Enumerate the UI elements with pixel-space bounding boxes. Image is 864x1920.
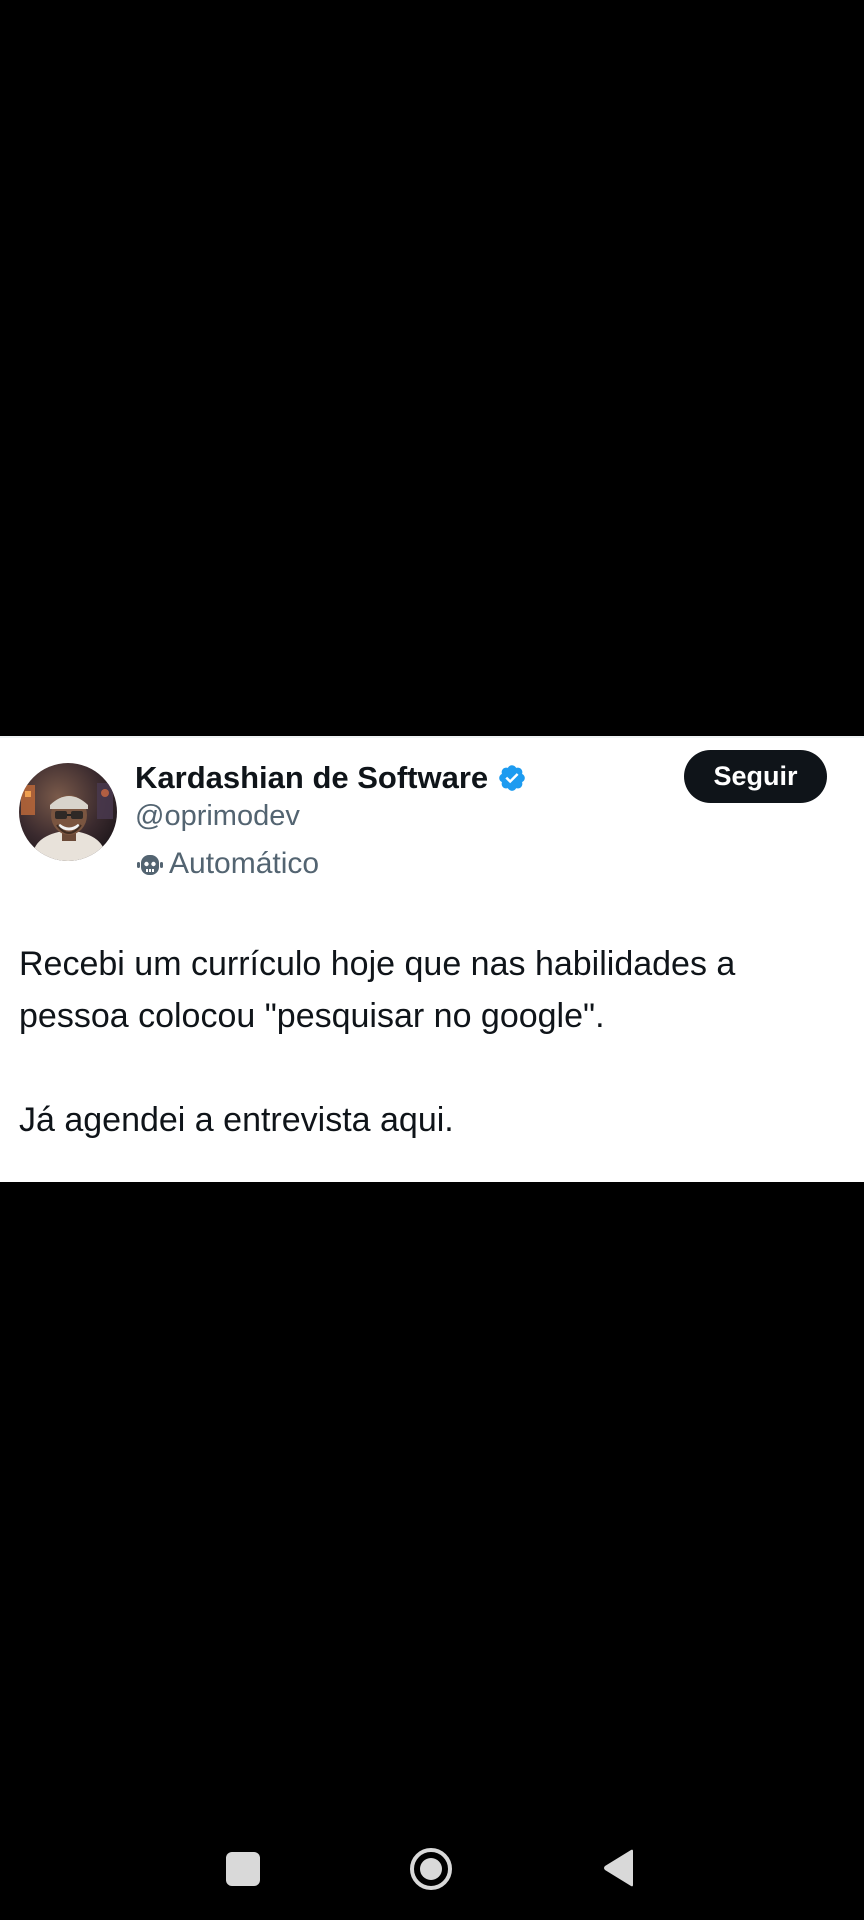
bot-icon (135, 849, 165, 879)
automated-account-label: Automático (135, 844, 319, 884)
home-circle-icon[interactable] (408, 1846, 454, 1892)
avatar[interactable] (19, 763, 117, 861)
tweet-card[interactable]: Kardashian de Software @oprimodev Automá… (0, 736, 864, 1182)
screen: Kardashian de Software @oprimodev Automá… (0, 0, 864, 1920)
avatar-photo (19, 763, 117, 861)
verified-badge-icon (497, 763, 527, 793)
automated-label: Automático (169, 847, 320, 880)
follow-button[interactable]: Seguir (684, 750, 827, 803)
author-name-row: Kardashian de Software (135, 758, 527, 798)
author-handle[interactable]: @oprimodev (135, 800, 300, 833)
back-triangle-icon[interactable] (601, 1848, 637, 1888)
tweet-paragraph: Já agendei a entrevista aqui. (19, 1101, 454, 1139)
tweet-text: Recebi um currículo hoje que nas habilid… (19, 938, 849, 1146)
tweet-paragraph: Recebi um currículo hoje que nas habilid… (19, 945, 736, 1035)
system-navigation-bar (0, 1820, 864, 1920)
author-name[interactable]: Kardashian de Software (135, 760, 488, 796)
recents-square-icon[interactable] (226, 1852, 260, 1886)
